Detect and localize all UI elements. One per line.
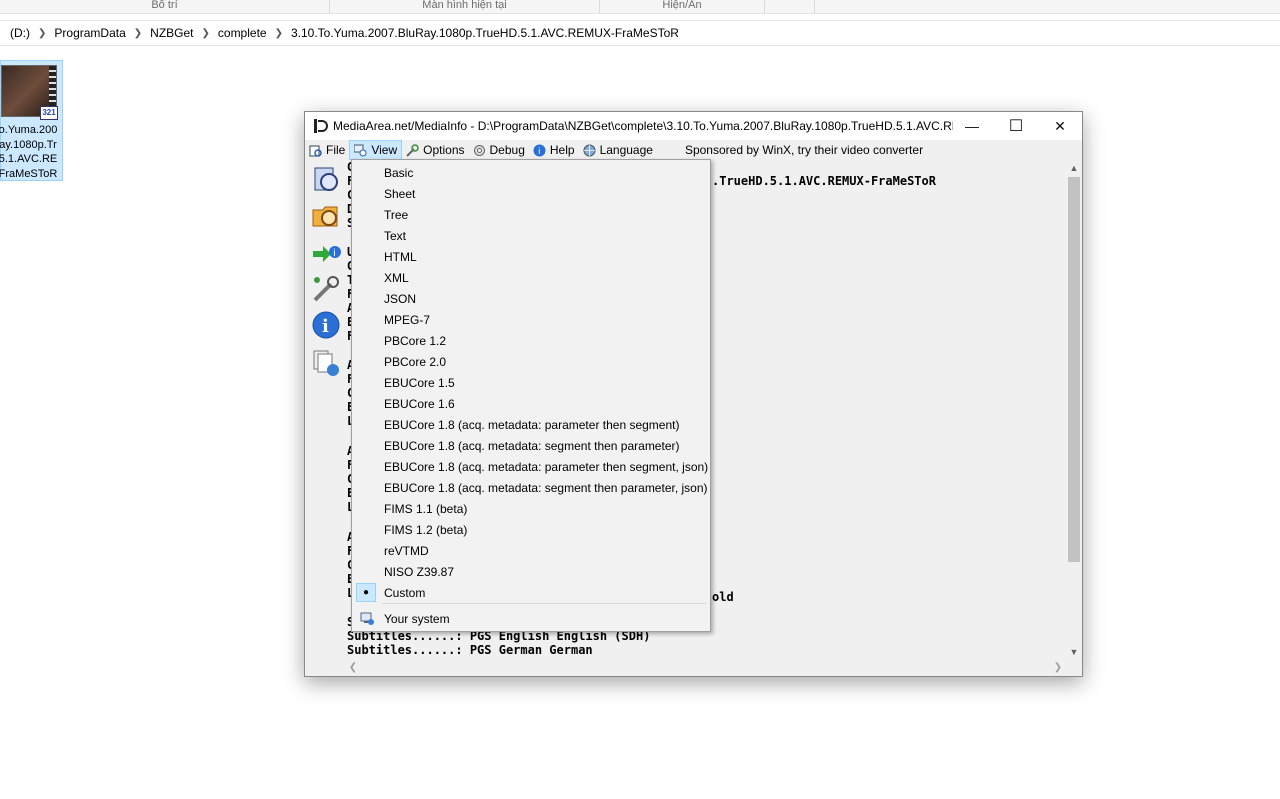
export-icon[interactable]: i (311, 238, 341, 268)
vertical-scrollbar[interactable]: ▲ ▼ (1066, 160, 1082, 660)
scroll-left-arrow-icon[interactable]: ❮ (345, 660, 361, 676)
horizontal-scrollbar[interactable]: ❮ ❯ (345, 660, 1066, 676)
ribbon-group-show-hide: Hiện/Ẩn (600, 0, 765, 13)
address-bar[interactable]: (D:) ❯ ProgramData ❯ NZBGet ❯ complete ❯… (0, 20, 1280, 46)
view-option-ebucore-1-8-ps[interactable]: EBUCore 1.8 (acq. metadata: parameter th… (354, 414, 708, 435)
breadcrumb-programdata[interactable]: ProgramData (48, 26, 131, 40)
chevron-right-icon[interactable]: ❯ (200, 28, 212, 39)
file-name-label: o.Yuma.200 ay.1080p.Tr 5.1.AVC.RE FraMeS… (0, 123, 63, 181)
view-option-ebucore-1-5[interactable]: EBUCore 1.5 (354, 372, 708, 393)
menu-help[interactable]: i Help (529, 140, 579, 160)
chevron-right-icon[interactable]: ❯ (273, 28, 285, 39)
view-option-ebucore-1-8-sp-json[interactable]: EBUCore 1.8 (acq. metadata: segment then… (354, 477, 708, 498)
breadcrumb-nzbget[interactable]: NZBGet (144, 26, 199, 40)
view-option-fims-1-2[interactable]: FIMS 1.2 (beta) (354, 519, 708, 540)
scroll-up-arrow-icon[interactable]: ▲ (1066, 160, 1082, 176)
view-option-ebucore-1-6[interactable]: EBUCore 1.6 (354, 393, 708, 414)
view-option-your-system[interactable]: Your system (354, 608, 708, 629)
your-system-icon (360, 611, 374, 628)
scroll-right-arrow-icon[interactable]: ❯ (1050, 660, 1066, 676)
ribbon-group-bar: Bố trí Màn hình hiện tại Hiện/Ẩn (0, 0, 1280, 14)
view-icon (353, 144, 367, 157)
debug-gear-icon (473, 144, 486, 157)
view-option-json[interactable]: JSON (354, 288, 708, 309)
view-option-html[interactable]: HTML (354, 246, 708, 267)
menu-file-label: File (326, 143, 346, 157)
web-export-icon[interactable] (311, 348, 341, 378)
content-path-tail: .TrueHD.5.1.AVC.REMUX-FraMeSToR (712, 174, 936, 188)
menu-view-label: View (371, 143, 398, 157)
ribbon-group-empty (765, 0, 815, 13)
view-option-sheet[interactable]: Sheet (354, 183, 708, 204)
menu-help-label: Help (549, 143, 575, 157)
chevron-right-icon[interactable]: ❯ (132, 28, 144, 39)
view-option-revtmd[interactable]: reVTMD (354, 540, 708, 561)
menu-sponsor[interactable]: Sponsored by WinX, try their video conve… (681, 140, 927, 160)
file-name-line: ay.1080p.Tr (0, 138, 57, 151)
language-globe-icon (583, 144, 596, 157)
file-name-line: FraMeSToR (0, 167, 58, 180)
maximize-button[interactable]: ☐ (994, 112, 1038, 140)
vertical-scroll-thumb[interactable] (1068, 177, 1080, 562)
content-bold-tail: old (712, 590, 734, 604)
view-option-mpeg7[interactable]: MPEG-7 (354, 309, 708, 330)
left-toolbar: i i (307, 160, 345, 380)
breadcrumb-folder[interactable]: 3.10.To.Yuma.2007.BluRay.1080p.TrueHD.5.… (285, 26, 685, 40)
your-system-label: Your system (384, 611, 450, 626)
menu-separator (382, 603, 706, 604)
about-info-icon[interactable]: i (311, 310, 341, 340)
help-info-icon: i (533, 144, 546, 157)
file-icon (309, 144, 322, 157)
menu-view[interactable]: View (349, 140, 403, 160)
view-option-ebucore-1-8-ps-json[interactable]: EBUCore 1.8 (acq. metadata: parameter th… (354, 456, 708, 477)
svg-text:i: i (322, 316, 329, 337)
ribbon-group-layout: Bố trí (0, 0, 330, 13)
media-player-badge-icon: 321 (40, 106, 58, 120)
view-option-pbcore-2-0[interactable]: PBCore 2.0 (354, 351, 708, 372)
view-option-fims-1-1[interactable]: FIMS 1.1 (beta) (354, 498, 708, 519)
menu-language[interactable]: Language (579, 140, 657, 160)
mediainfo-app-icon (313, 118, 329, 134)
menu-options[interactable]: Options (402, 140, 468, 160)
menu-file[interactable]: File (305, 140, 349, 160)
menu-bar: File View Options Debug i Help Language … (305, 140, 1082, 160)
view-option-custom-label: Custom (384, 585, 426, 600)
view-option-text[interactable]: Text (354, 225, 708, 246)
svg-text:i: i (538, 147, 541, 157)
view-option-niso[interactable]: NISO Z39.87 (354, 561, 708, 582)
preferences-icon[interactable] (311, 274, 341, 304)
close-button[interactable]: ✕ (1038, 112, 1082, 140)
view-option-pbcore-1-2[interactable]: PBCore 1.2 (354, 330, 708, 351)
menu-language-label: Language (599, 143, 653, 157)
chevron-right-icon[interactable]: ❯ (36, 28, 48, 39)
menu-debug[interactable]: Debug (469, 140, 529, 160)
open-folder-icon[interactable] (311, 200, 341, 230)
view-option-tree[interactable]: Tree (354, 204, 708, 225)
file-name-line: o.Yuma.200 (0, 124, 58, 136)
view-option-custom[interactable]: ● Custom (354, 582, 708, 603)
minimize-button[interactable]: — (950, 112, 994, 140)
view-dropdown-menu: Basic Sheet Tree Text HTML XML JSON MPEG… (351, 159, 711, 632)
view-option-xml[interactable]: XML (354, 267, 708, 288)
file-name-line: 5.1.AVC.RE (0, 153, 58, 165)
breadcrumb-drive[interactable]: (D:) (4, 26, 36, 40)
selected-video-file[interactable]: 321 o.Yuma.200 ay.1080p.Tr 5.1.AVC.RE Fr… (0, 60, 63, 181)
svg-text:i: i (333, 248, 336, 259)
subtitle-line: Subtitles......: PGS German German (347, 643, 593, 657)
view-option-ebucore-1-8-sp[interactable]: EBUCore 1.8 (acq. metadata: segment then… (354, 435, 708, 456)
open-file-icon[interactable] (311, 164, 341, 194)
view-option-basic[interactable]: Basic (354, 162, 708, 183)
menu-debug-label: Debug (489, 143, 525, 157)
window-title: MediaArea.net/MediaInfo - D:\ProgramData… (333, 119, 953, 133)
window-titlebar[interactable]: MediaArea.net/MediaInfo - D:\ProgramData… (305, 112, 1082, 140)
breadcrumb-complete[interactable]: complete (212, 26, 273, 40)
selected-bullet-icon: ● (356, 583, 376, 602)
menu-options-label: Options (423, 143, 465, 157)
ribbon-group-current-view: Màn hình hiện tại (330, 0, 600, 13)
scroll-down-arrow-icon[interactable]: ▼ (1066, 644, 1082, 660)
options-icon (406, 143, 419, 157)
video-thumbnail: 321 (1, 65, 58, 120)
